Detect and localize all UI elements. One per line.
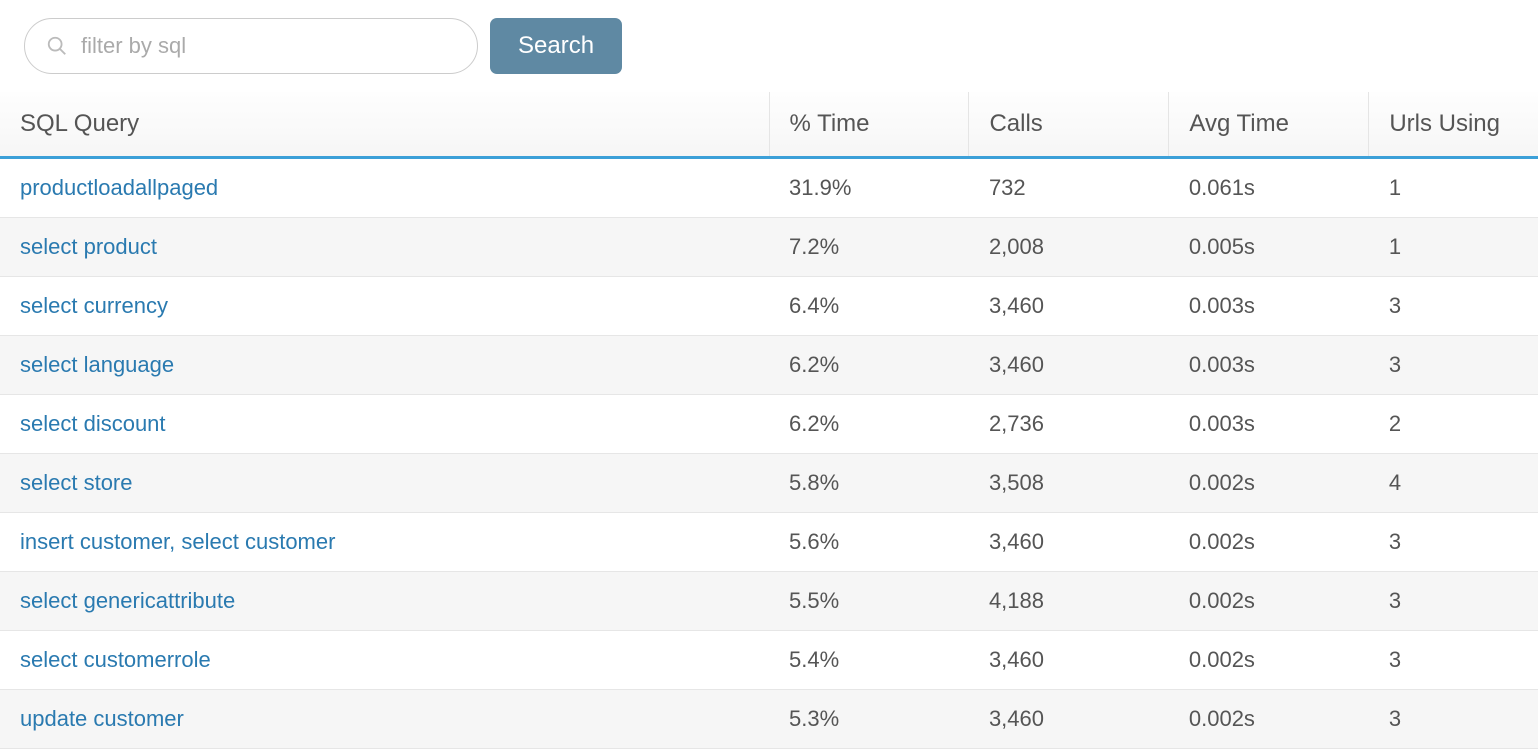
sql-query-link[interactable]: select product <box>20 234 157 259</box>
cell-pct-time: 6.2% <box>769 395 969 454</box>
search-input[interactable] <box>24 18 478 74</box>
cell-avg-time: 0.005s <box>1169 218 1369 277</box>
sql-query-link[interactable]: select genericattribute <box>20 588 235 613</box>
cell-sql-query: productloadallpaged <box>0 158 769 218</box>
cell-pct-time: 6.2% <box>769 336 969 395</box>
cell-urls-using: 3 <box>1369 277 1538 336</box>
cell-sql-query: select language <box>0 336 769 395</box>
cell-calls: 3,460 <box>969 336 1169 395</box>
cell-calls: 3,508 <box>969 454 1169 513</box>
sql-query-link[interactable]: select store <box>20 470 133 495</box>
cell-urls-using: 1 <box>1369 158 1538 218</box>
cell-sql-query: select currency <box>0 277 769 336</box>
cell-urls-using: 1 <box>1369 218 1538 277</box>
sql-query-link[interactable]: productloadallpaged <box>20 175 218 200</box>
search-toolbar: Search <box>0 0 1538 84</box>
cell-sql-query: select store <box>0 454 769 513</box>
col-header-calls[interactable]: Calls <box>969 92 1169 158</box>
sql-query-link[interactable]: select currency <box>20 293 168 318</box>
cell-avg-time: 0.002s <box>1169 513 1369 572</box>
cell-avg-time: 0.002s <box>1169 572 1369 631</box>
table-row: productloadallpaged 31.9%7320.061s1 <box>0 158 1538 218</box>
cell-sql-query: select discount <box>0 395 769 454</box>
cell-pct-time: 5.6% <box>769 513 969 572</box>
cell-pct-time: 5.4% <box>769 631 969 690</box>
col-header-urls-using[interactable]: Urls Using <box>1369 92 1538 158</box>
cell-avg-time: 0.003s <box>1169 277 1369 336</box>
cell-urls-using: 3 <box>1369 336 1538 395</box>
cell-pct-time: 5.8% <box>769 454 969 513</box>
sql-query-link[interactable]: select language <box>20 352 174 377</box>
search-input-wrapper <box>24 18 478 74</box>
cell-sql-query: insert customer, select customer <box>0 513 769 572</box>
cell-sql-query: select genericattribute <box>0 572 769 631</box>
cell-urls-using: 3 <box>1369 572 1538 631</box>
cell-urls-using: 3 <box>1369 513 1538 572</box>
cell-pct-time: 5.5% <box>769 572 969 631</box>
table-row: select store 5.8%3,5080.002s4 <box>0 454 1538 513</box>
cell-avg-time: 0.003s <box>1169 395 1369 454</box>
col-header-avg-time[interactable]: Avg Time <box>1169 92 1369 158</box>
table-row: select currency 6.4%3,4600.003s3 <box>0 277 1538 336</box>
cell-calls: 3,460 <box>969 513 1169 572</box>
cell-calls: 2,008 <box>969 218 1169 277</box>
cell-pct-time: 31.9% <box>769 158 969 218</box>
sql-query-link[interactable]: update customer <box>20 706 184 731</box>
table-row: select product 7.2%2,0080.005s1 <box>0 218 1538 277</box>
table-row: select customerrole 5.4%3,4600.002s3 <box>0 631 1538 690</box>
cell-avg-time: 0.061s <box>1169 158 1369 218</box>
cell-calls: 732 <box>969 158 1169 218</box>
cell-sql-query: select product <box>0 218 769 277</box>
cell-urls-using: 3 <box>1369 631 1538 690</box>
sql-query-link[interactable]: select customerrole <box>20 647 211 672</box>
cell-avg-time: 0.002s <box>1169 454 1369 513</box>
col-header-pct-time[interactable]: % Time <box>769 92 969 158</box>
cell-sql-query: select customerrole <box>0 631 769 690</box>
table-row: select language 6.2%3,4600.003s3 <box>0 336 1538 395</box>
cell-calls: 3,460 <box>969 631 1169 690</box>
cell-avg-time: 0.002s <box>1169 631 1369 690</box>
sql-query-link[interactable]: insert customer, select customer <box>20 529 335 554</box>
cell-calls: 2,736 <box>969 395 1169 454</box>
cell-calls: 4,188 <box>969 572 1169 631</box>
table-row: insert customer, select customer 5.6%3,46… <box>0 513 1538 572</box>
table-row: select genericattribute 5.5%4,1880.002s3 <box>0 572 1538 631</box>
cell-urls-using: 2 <box>1369 395 1538 454</box>
cell-calls: 3,460 <box>969 277 1169 336</box>
col-header-sql-query[interactable]: SQL Query <box>0 92 769 158</box>
cell-urls-using: 4 <box>1369 454 1538 513</box>
cell-pct-time: 7.2% <box>769 218 969 277</box>
cell-pct-time: 6.4% <box>769 277 969 336</box>
search-button[interactable]: Search <box>490 18 622 74</box>
cell-avg-time: 0.003s <box>1169 336 1369 395</box>
sql-query-table: SQL Query % Time Calls Avg Time Urls Usi… <box>0 92 1538 749</box>
table-row: select discount 6.2%2,7360.003s2 <box>0 395 1538 454</box>
sql-query-link[interactable]: select discount <box>20 411 166 436</box>
